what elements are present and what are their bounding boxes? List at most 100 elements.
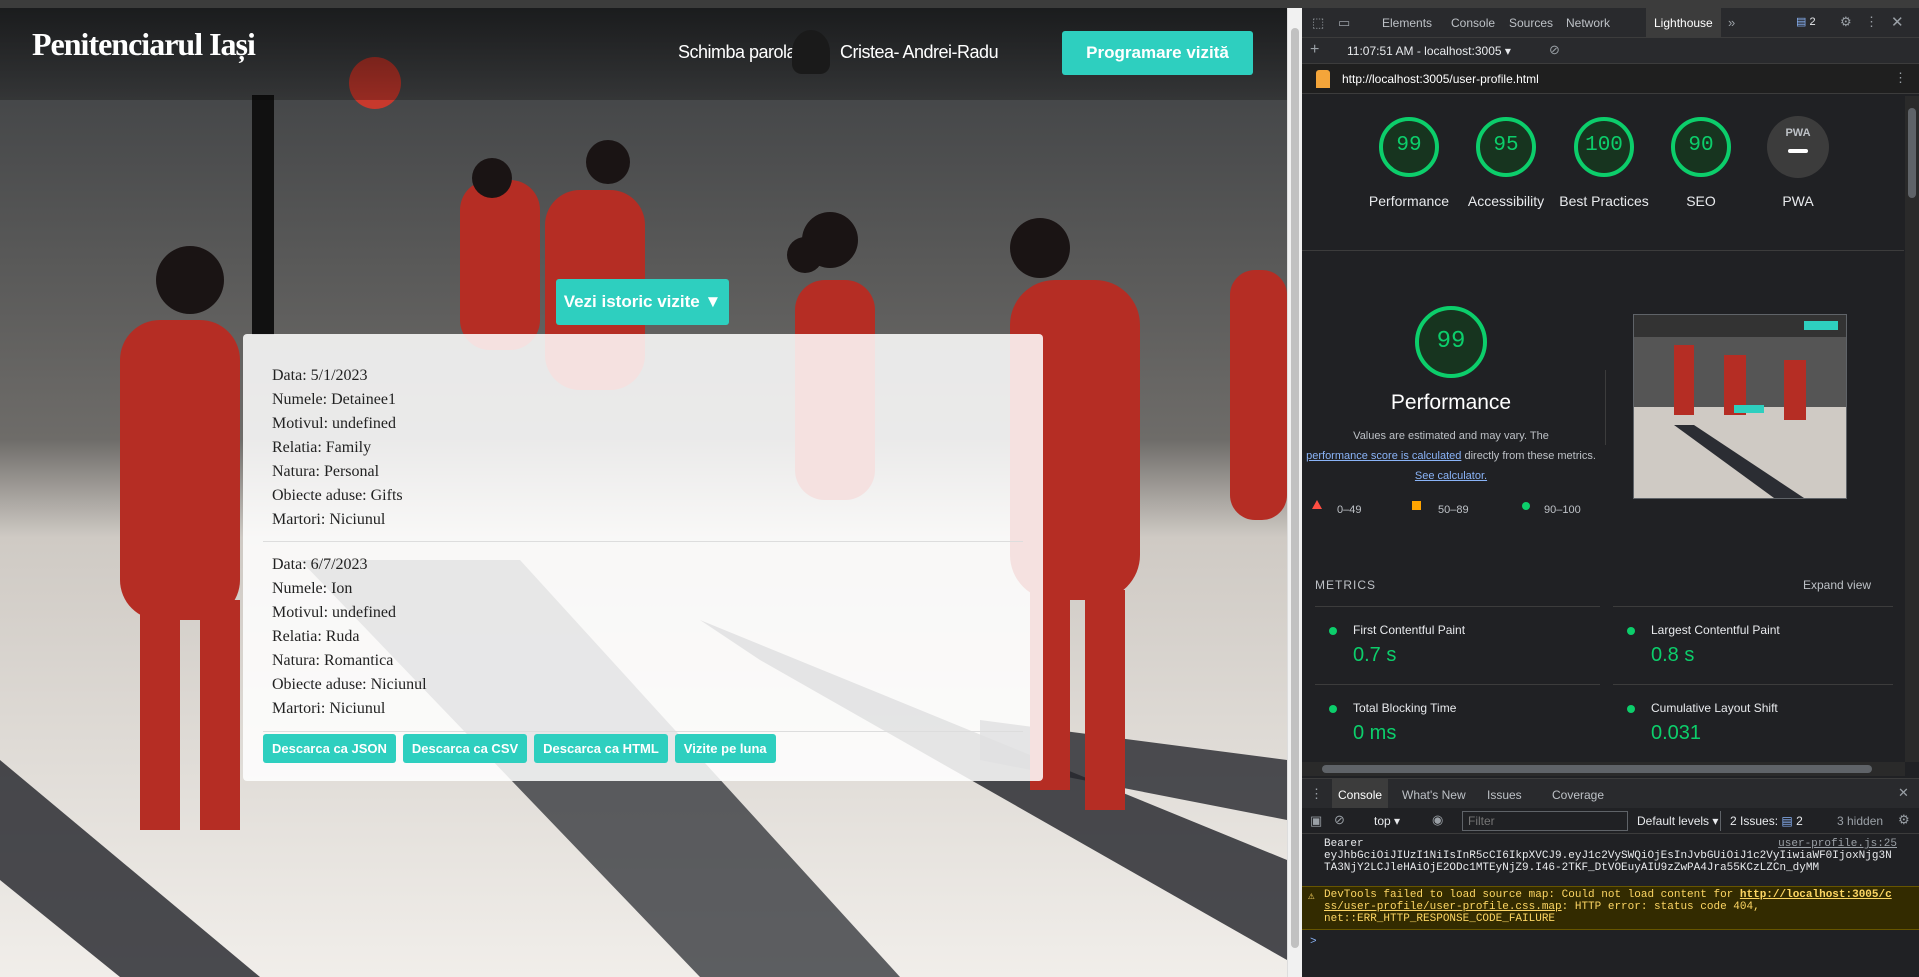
- tab-elements[interactable]: Elements: [1382, 16, 1432, 30]
- change-password-link[interactable]: Schimba parola: [678, 42, 797, 63]
- issues-badge-count: 2: [1809, 16, 1816, 28]
- visits-per-month-button[interactable]: Vizite pe luna: [674, 734, 776, 763]
- clear-console-icon[interactable]: ⊘: [1334, 812, 1345, 828]
- console-filter-input[interactable]: [1462, 811, 1628, 831]
- issues-count: 2: [1796, 814, 1803, 828]
- accessibility-gauge[interactable]: 95: [1474, 115, 1538, 179]
- visit-history-toggle-button[interactable]: Vezi istoric vizite ▼: [556, 279, 729, 325]
- main-performance-gauge[interactable]: 99: [1413, 304, 1489, 380]
- lighthouse-scrollbar-thumb[interactable]: [1908, 108, 1916, 198]
- legend-fail: 0–49: [1337, 504, 1362, 516]
- schedule-visit-button[interactable]: Programare vizită: [1062, 31, 1253, 75]
- device-toolbar-icon[interactable]: ▭: [1338, 15, 1350, 31]
- web-page: Penitenciarul Iași Schimba parola Criste…: [0, 0, 1287, 977]
- drawer-tab-issues[interactable]: Issues: [1487, 788, 1522, 802]
- visit-nature: Natura: Personal: [272, 463, 380, 480]
- drawer-tab-console[interactable]: Console: [1332, 779, 1389, 808]
- lighthouse-icon: [1316, 70, 1330, 88]
- log-source-link[interactable]: user-profile.js:25: [1778, 838, 1897, 850]
- lighthouse-toolbar: + 11:07:51 AM - localhost:3005 ▾ ⊘: [1302, 38, 1919, 64]
- source-map-link-cont[interactable]: ss/user-profile/user-profile.css.map: [1324, 901, 1562, 913]
- pass-circle-icon: [1329, 627, 1337, 635]
- close-icon[interactable]: ✕: [1891, 13, 1904, 31]
- page-screenshot-thumbnail[interactable]: [1633, 314, 1847, 499]
- visit-separator: [263, 731, 1023, 732]
- download-html-button[interactable]: Descarca ca HTML: [534, 734, 668, 763]
- download-json-button[interactable]: Descarca ca JSON: [263, 734, 396, 763]
- seo-gauge[interactable]: 90: [1669, 115, 1733, 179]
- close-drawer-icon[interactable]: ✕: [1898, 785, 1909, 801]
- live-expression-eye-icon[interactable]: ◉: [1432, 812, 1443, 828]
- report-menu-icon[interactable]: ⋮: [1894, 70, 1907, 86]
- warning-text: net::ERR_HTTP_RESPONSE_CODE_FAILURE: [1324, 913, 1556, 925]
- page-scrollbar-thumb[interactable]: [1291, 28, 1299, 948]
- pass-circle-icon: [1522, 502, 1530, 510]
- gauge-score: 99: [1436, 328, 1466, 355]
- download-csv-button[interactable]: Descarca ca CSV: [402, 734, 528, 763]
- pwa-badge-circle: [1767, 116, 1829, 178]
- pwa-gauge[interactable]: PWA: [1766, 115, 1830, 179]
- tab-console[interactable]: Console: [1451, 16, 1495, 30]
- drawer-tab-coverage[interactable]: Coverage: [1552, 788, 1604, 802]
- devtools-panel: ⬚ ▭ Elements Console Sources Network Lig…: [1302, 0, 1919, 977]
- more-tabs-icon[interactable]: »: [1728, 15, 1735, 30]
- report-url[interactable]: http://localhost:3005/user-profile.html: [1342, 72, 1539, 86]
- metric-label: Largest Contentful Paint: [1651, 623, 1780, 637]
- log-line: TA3NjY2LCJleHAiOjE2ODc1MTEyNjZ9.I46-2TKF…: [1324, 862, 1820, 874]
- visit-witnesses: Martori: Niciunul: [272, 700, 386, 717]
- new-report-plus-icon[interactable]: +: [1310, 41, 1319, 59]
- drawer-tab-whats-new[interactable]: What's New: [1402, 788, 1466, 802]
- context-selector[interactable]: top ▾: [1374, 814, 1400, 828]
- thumbnail-image: [1634, 315, 1846, 498]
- expand-view-link[interactable]: Expand view: [1803, 578, 1871, 592]
- metric-label: Cumulative Layout Shift: [1651, 701, 1778, 715]
- tab-sources[interactable]: Sources: [1509, 16, 1553, 30]
- pass-circle-icon: [1627, 705, 1635, 713]
- drawer-menu-icon[interactable]: ⋮: [1310, 786, 1323, 802]
- gauge-label: Best Practices: [1559, 193, 1649, 209]
- lighthouse-scrollbar[interactable]: [1905, 96, 1919, 762]
- performance-gauge[interactable]: 99: [1377, 115, 1441, 179]
- metric-value: 0.7 s: [1353, 644, 1397, 666]
- more-options-icon[interactable]: ⋮: [1865, 14, 1878, 30]
- warning-text: DevTools failed to load source map: Coul…: [1324, 889, 1734, 901]
- visit-separator: [263, 541, 1023, 542]
- site-brand[interactable]: Penitenciarul Iași: [32, 26, 256, 63]
- visit-reason: Motivul: undefined: [272, 604, 396, 621]
- console-warning-entry: ⚠ DevTools failed to load source map: Co…: [1302, 886, 1919, 930]
- console-log-entry: Bearer user-profile.js:25 eyJhbGciOiJIUz…: [1302, 838, 1919, 886]
- horizontal-scrollbar-thumb[interactable]: [1322, 765, 1872, 773]
- gauge-score: 100: [1585, 134, 1623, 157]
- metric-value: 0.031: [1651, 722, 1702, 744]
- main-performance-title: Performance: [1390, 391, 1512, 414]
- see-calculator-link[interactable]: See calculator.: [1415, 470, 1487, 482]
- log-levels-value: Default levels: [1637, 814, 1710, 828]
- console-prompt[interactable]: >: [1302, 936, 1919, 948]
- inspect-element-icon[interactable]: ⬚: [1312, 15, 1324, 31]
- metric-value: 0.8 s: [1651, 644, 1695, 666]
- metric-label: First Contentful Paint: [1353, 623, 1466, 637]
- visit-relation: Relatia: Family: [272, 439, 372, 456]
- metric-divider: [1315, 684, 1600, 685]
- lighthouse-horizontal-scrollbar[interactable]: [1302, 762, 1905, 776]
- console-settings-gear-icon[interactable]: ⚙: [1898, 812, 1910, 828]
- sidebar-toggle-icon[interactable]: ▣: [1310, 813, 1322, 829]
- drawer-tab-bar: ⋮ Console What's New Issues Coverage ✕: [1302, 778, 1919, 808]
- user-name-link[interactable]: Cristea- Andrei-Radu: [840, 42, 999, 63]
- best-practices-gauge[interactable]: 100: [1572, 115, 1636, 179]
- tab-lighthouse[interactable]: Lighthouse: [1646, 8, 1721, 38]
- settings-gear-icon[interactable]: ⚙: [1840, 14, 1852, 30]
- report-selector[interactable]: 11:07:51 AM - localhost:3005 ▾: [1347, 44, 1511, 58]
- tab-network[interactable]: Network: [1566, 16, 1610, 30]
- estimate-text-1: Values are estimated and may vary. The: [1353, 430, 1549, 442]
- issues-badge[interactable]: ▤ 2: [1796, 15, 1816, 28]
- clear-report-icon[interactable]: ⊘: [1549, 42, 1560, 58]
- issues-counter[interactable]: 2 Issues: ▤ 2: [1730, 814, 1803, 828]
- visit-entry: Data: 5/1/2023 Numele: Detainee1 Motivul…: [272, 364, 403, 532]
- metric-divider: [1613, 684, 1893, 685]
- source-map-link[interactable]: http://localhost:3005/c: [1740, 889, 1892, 901]
- log-levels-dropdown[interactable]: Default levels ▾: [1637, 814, 1718, 828]
- performance-score-link[interactable]: performance score is calculated: [1306, 450, 1461, 462]
- page-scrollbar[interactable]: [1287, 8, 1302, 977]
- visit-name: Numele: Detainee1: [272, 391, 396, 408]
